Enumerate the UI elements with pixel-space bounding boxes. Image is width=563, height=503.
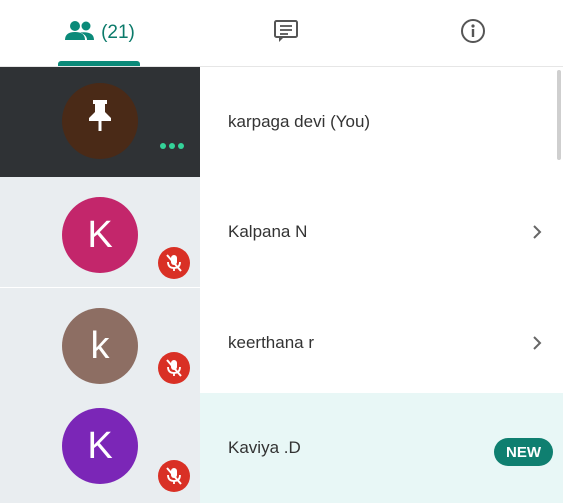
participant-info: Kaviya .D NEW [200, 393, 563, 503]
tab-people[interactable]: (21) [36, 0, 164, 66]
participant-row[interactable]: K Kalpana N [0, 177, 563, 287]
tab-info[interactable] [409, 0, 537, 66]
chevron-right-icon[interactable] [531, 288, 543, 398]
new-badge: NEW [494, 438, 553, 466]
avatar [62, 83, 138, 159]
mic-off-icon [158, 460, 190, 492]
tab-chat[interactable] [222, 0, 350, 66]
participant-name: Kalpana N [228, 222, 308, 241]
participant-name: Kaviya .D [228, 438, 301, 457]
participant-row[interactable]: k keerthana r [0, 288, 563, 398]
avatar: K [62, 408, 138, 484]
info-icon [460, 18, 486, 49]
participant-tile [0, 67, 200, 177]
participant-count: (21) [101, 22, 135, 43]
participant-info: keerthana r [200, 288, 563, 398]
people-icon [65, 20, 95, 47]
participant-info: karpaga devi (You) [200, 67, 563, 177]
participant-row[interactable]: K Kaviya .D NEW [0, 393, 563, 503]
participant-tile: k [0, 288, 200, 398]
avatar: k [62, 308, 138, 384]
participant-name: karpaga devi (You) [228, 112, 371, 131]
participant-tile: K [0, 177, 200, 287]
mic-off-icon [158, 352, 190, 384]
tab-bar: (21) [0, 0, 563, 66]
avatar: K [62, 197, 138, 273]
chat-icon [273, 19, 299, 48]
participant-tile: K [0, 393, 200, 503]
scrollbar[interactable] [557, 70, 561, 160]
participant-row[interactable]: karpaga devi (You) [0, 67, 563, 177]
participant-info: Kalpana N [200, 177, 563, 287]
more-options-icon[interactable] [160, 143, 184, 149]
chevron-right-icon[interactable] [531, 177, 543, 287]
mic-off-icon [158, 247, 190, 279]
participant-name: keerthana r [228, 333, 314, 352]
pin-icon [85, 98, 115, 144]
